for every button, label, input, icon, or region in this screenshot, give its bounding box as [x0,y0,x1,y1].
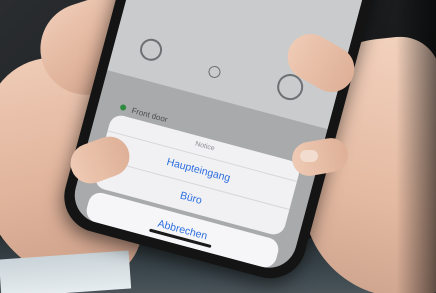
edge-shadow [396,0,436,293]
status-dot [119,103,127,112]
photo-scene: Front door Notice Haupteingang Büro Abbr… [0,0,436,293]
fingernail [300,150,318,162]
